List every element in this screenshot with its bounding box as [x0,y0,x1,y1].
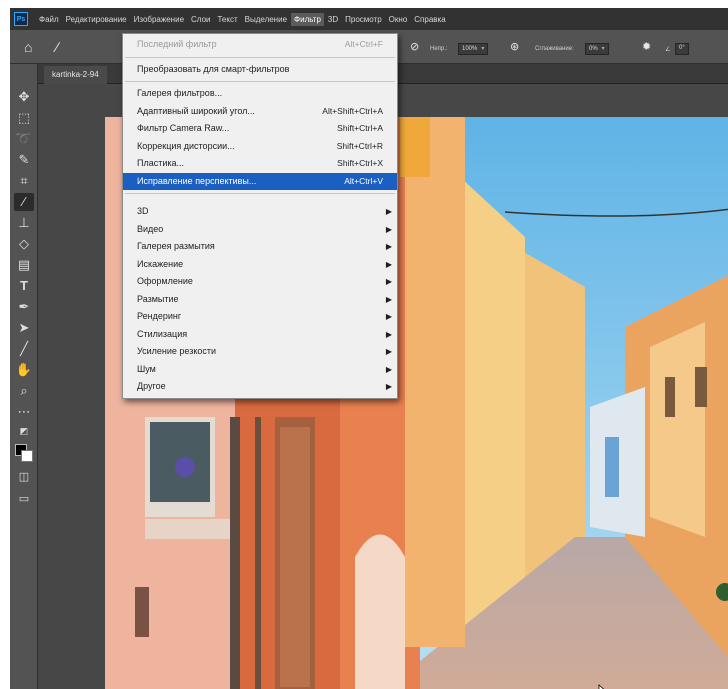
menu-item-filter-gallery[interactable]: Галерея фильтров... [123,85,397,103]
submenu-arrow-icon: ▶ [385,347,392,356]
menu-item-other[interactable]: Другое ▶ [123,378,397,396]
submenu-arrow-icon: ▶ [385,312,392,321]
menu-select[interactable]: Выделение [242,13,290,26]
mouse-cursor-icon [598,684,605,689]
smoothing-input[interactable]: 0% ▾ [585,43,609,55]
gradient-tool-icon[interactable]: ▤ [14,256,34,274]
home-icon[interactable]: ⌂ [24,40,32,54]
move-tool-icon[interactable]: ✥ [14,88,34,106]
line-tool-icon[interactable]: ╱ [14,340,34,358]
menu-file[interactable]: Файл [36,13,62,26]
menu-item-convert-smart-filters[interactable]: Преобразовать для смарт-фильтров [123,61,397,79]
submenu-arrow-icon: ▶ [385,277,392,286]
menu-item-blur[interactable]: Размытие ▶ [123,291,397,309]
tools-panel: ✥ ⬚ ➰ ✎ ⌗ ∕ ⊥ ◇ ▤ T ✒ ➤ ╱ ✋ ⌕ ⋯ ◩ ◫ ▭ [10,64,38,689]
menu-item-render[interactable]: Рендеринг ▶ [123,308,397,326]
menu-help[interactable]: Справка [411,13,448,26]
quick-select-tool-icon[interactable]: ✎ [14,151,34,169]
brush-tool-icon[interactable]: ∕ [14,193,34,211]
screen-mode-icon[interactable]: ▭ [14,490,34,508]
menu-item-pixelate[interactable]: Оформление ▶ [123,273,397,291]
menu-separator [125,56,395,58]
pressure-opacity-icon[interactable]: ⊘ [410,40,419,54]
menu-separator [125,81,395,82]
menu-view[interactable]: Просмотр [342,13,385,26]
quick-mask-icon[interactable]: ◫ [14,468,34,486]
menu-edit[interactable]: Редактирование [63,13,130,26]
smoothing-label: Сглаживание: [535,46,574,52]
submenu-arrow-icon: ▶ [385,259,392,269]
opacity-input[interactable]: 100% ▾ [458,43,489,55]
menu-item-3d[interactable]: 3D ▶ [123,203,397,221]
photoshop-window: Ps Файл Редактирование Изображение Слои … [10,8,728,689]
lasso-tool-icon[interactable]: ➰ [14,130,34,148]
submenu-arrow-icon: ▶ [385,382,392,391]
menu-item-noise[interactable]: Шум ▶ [123,361,397,379]
menu-text[interactable]: Текст [214,13,240,26]
submenu-arrow-icon: ▶ [385,207,392,216]
photoshop-logo: Ps [14,12,28,26]
angle-input[interactable]: 0° [675,43,689,55]
menu-item-distort[interactable]: Искажение ▶ [123,256,397,274]
submenu-arrow-icon: ▶ [385,329,392,339]
submenu-arrow-icon: ▶ [385,224,392,234]
menu-layers[interactable]: Слои [188,13,213,26]
menu-filter[interactable]: Фильтр [291,12,324,26]
stamp-tool-icon[interactable]: ⊥ [14,214,34,232]
menu-separator [125,193,395,194]
menu-item-stylize[interactable]: Стилизация ▶ [123,326,397,344]
menu-item-adaptive-wide-angle[interactable]: Адаптивный широкий угол... Alt+Shift+Ctrl… [123,103,397,121]
opacity-label: Непр.: [430,46,448,52]
menu-image[interactable]: Изображение [131,13,187,26]
pen-tool-icon[interactable]: ✒ [14,298,34,316]
brush-preset-icon[interactable]: ∕ [56,40,58,54]
submenu-arrow-icon: ▶ [385,294,392,304]
eraser-tool-icon[interactable]: ◇ [14,235,34,253]
more-tools-icon[interactable]: ⋯ [14,403,34,421]
menu-3d[interactable]: 3D [325,13,341,26]
menu-item-vanishing-point[interactable]: Исправление перспективы... Alt+Ctrl+V [123,172,397,190]
menu-bar: Ps Файл Редактирование Изображение Слои … [10,8,728,30]
flow-pressure-icon[interactable]: ⊛ [510,40,519,54]
path-select-tool-icon[interactable]: ➤ [14,319,34,337]
menu-item-last-filter[interactable]: Последний фильтр Alt+Ctrl+F [123,36,397,54]
document-tab[interactable]: kartinka-2-94 [44,66,107,84]
menu-item-blur-gallery[interactable]: Галерея размытия ▶ [123,238,397,256]
background-color-swatch[interactable] [21,450,33,462]
menu-item-video[interactable]: Видео ▶ [123,221,397,239]
crop-tool-icon[interactable]: ⌗ [14,172,34,190]
angle-icon: ∠ [665,47,671,53]
menu-window[interactable]: Окно [386,13,411,26]
hand-tool-icon[interactable]: ✋ [14,361,34,379]
menu-item-camera-raw[interactable]: Фильтр Camera Raw... Shift+Ctrl+A [123,120,397,138]
zoom-tool-icon[interactable]: ⌕ [14,382,34,400]
menu-item-sharpen[interactable]: Усиление резкости ▶ [123,343,397,361]
default-colors-icon[interactable]: ◩ [14,422,34,440]
filter-menu-dropdown: Последний фильтр Alt+Ctrl+F Преобразовать… [122,33,398,399]
type-tool-icon[interactable]: T [14,277,34,295]
marquee-tool-icon[interactable]: ⬚ [14,109,34,127]
menu-item-lens-correction[interactable]: Коррекция дисторсии... Shift+Ctrl+R [123,138,397,156]
menu-item-liquify[interactable]: Пластика... Shift+Ctrl+X [123,155,397,173]
smoothing-settings-icon[interactable]: ✹ [642,40,651,54]
submenu-arrow-icon: ▶ [385,364,392,374]
submenu-arrow-icon: ▶ [385,242,392,251]
